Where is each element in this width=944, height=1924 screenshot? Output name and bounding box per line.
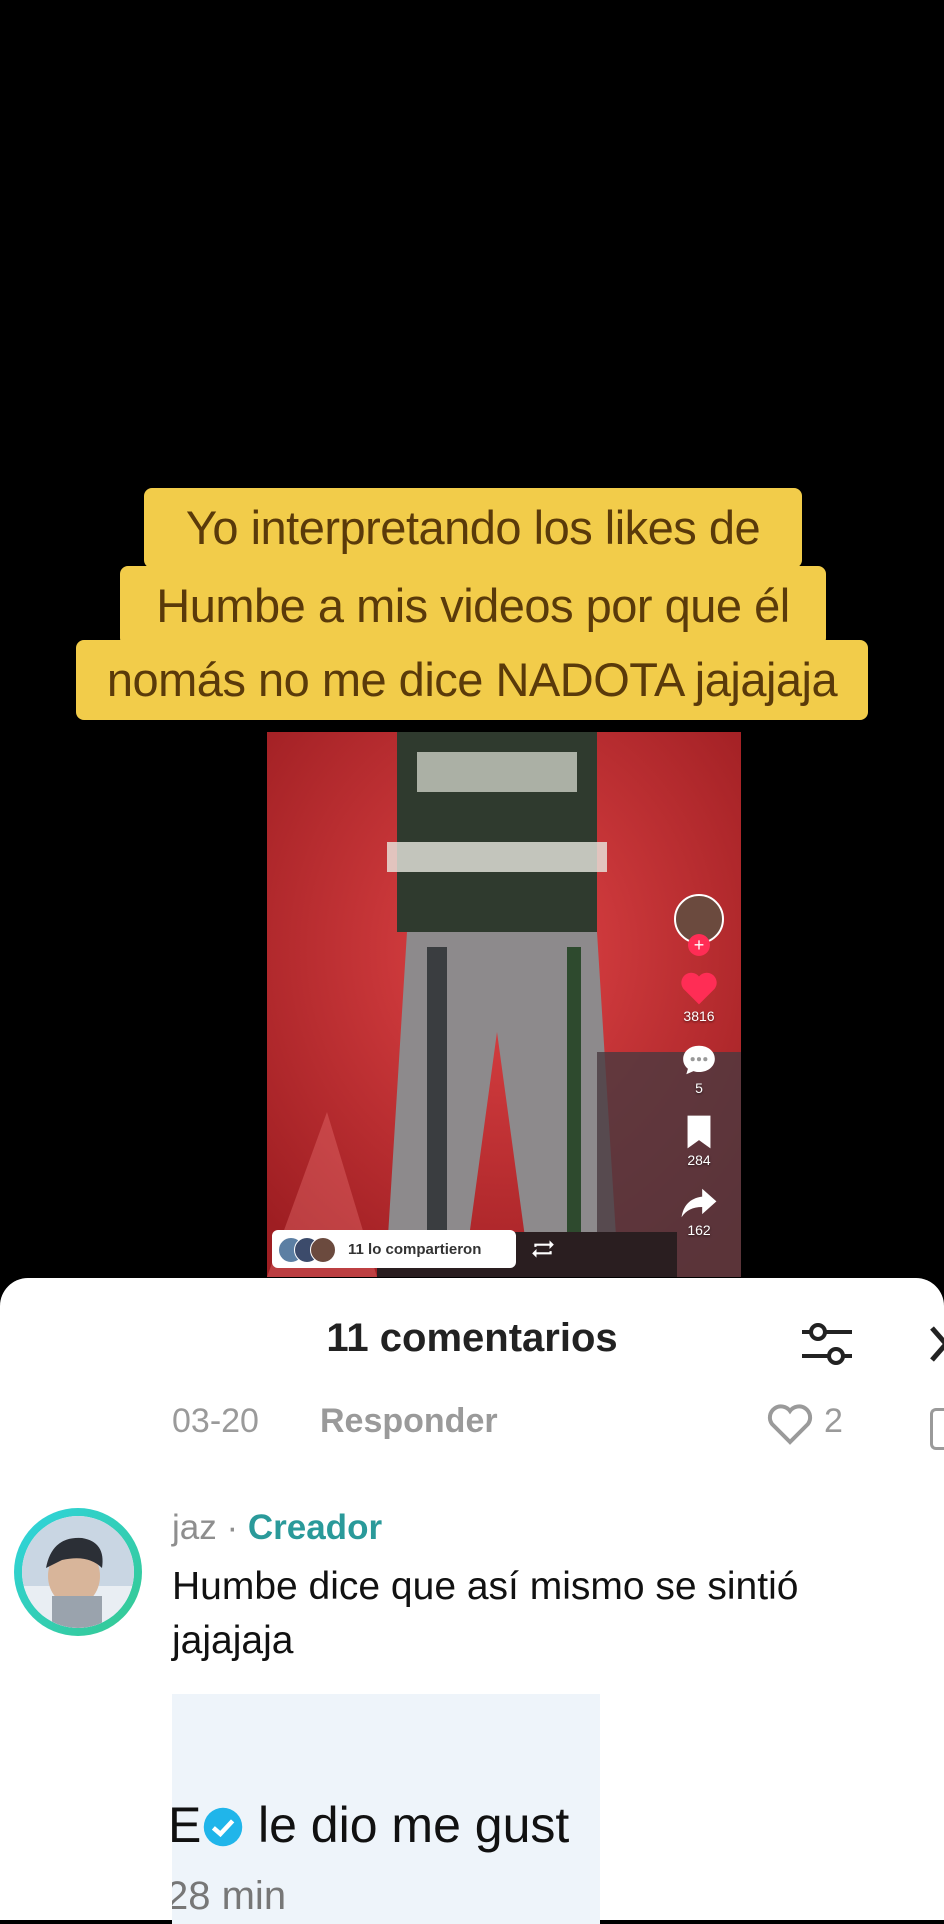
notification-time: 28 min	[172, 1874, 287, 1918]
caption-line-2: Humbe a mis videos por que él	[120, 566, 826, 646]
prev-comment-date: 03-20	[172, 1402, 259, 1440]
like-outline-icon[interactable]	[766, 1402, 814, 1446]
avatar-image	[22, 1516, 134, 1628]
shared-avatar-3	[310, 1237, 336, 1263]
filter-icon[interactable]	[800, 1320, 854, 1368]
comment-count: 5	[695, 1080, 703, 1096]
caption-line-3: nomás no me dice NADOTA jajajaja	[76, 640, 868, 720]
shared-by-label: 11 lo compartieron	[348, 1240, 482, 1258]
commenter-avatar[interactable]	[14, 1508, 142, 1636]
heart-icon[interactable]	[679, 970, 719, 1006]
save-count: 284	[687, 1152, 711, 1168]
close-icon[interactable]	[930, 1324, 944, 1364]
dislike-icon[interactable]	[930, 1408, 944, 1450]
comment-author[interactable]: jaz · Creador	[172, 1508, 382, 1548]
action-rail: + 3816 5 284 162	[669, 732, 729, 1238]
prev-comment-likes: 2	[824, 1402, 843, 1440]
comment-attachment-image[interactable]: E le dio me gust 28 min	[172, 1694, 600, 1924]
like-count: 3816	[683, 1008, 715, 1024]
verified-icon	[203, 1807, 243, 1847]
author-separator: ·	[216, 1508, 248, 1547]
shared-avatars	[278, 1235, 348, 1263]
video-frame[interactable]: + 3816 5 284 162	[267, 732, 741, 1277]
creator-avatar[interactable]: +	[674, 894, 724, 956]
caption-line-1: Yo interpretando los likes de	[144, 488, 802, 568]
add-follow-icon[interactable]: +	[688, 934, 710, 956]
comment-text: Humbe dice que así mismo se sintió jajaj…	[172, 1565, 799, 1662]
bookmark-icon[interactable]	[684, 1114, 714, 1150]
comments-sheet: 11 comentarios 03-20 Responder 2 jaz · C…	[0, 1278, 944, 1924]
notification-text: le dio me gust	[258, 1797, 570, 1853]
creator-badge: Creador	[247, 1508, 383, 1547]
comment-icon[interactable]	[680, 1042, 718, 1078]
author-name[interactable]: jaz	[172, 1508, 217, 1547]
notification-prefix: E	[172, 1797, 202, 1853]
reply-button[interactable]: Responder	[320, 1402, 498, 1441]
repost-icon[interactable]	[530, 1238, 556, 1260]
share-count: 162	[687, 1222, 711, 1238]
share-icon[interactable]	[680, 1186, 718, 1220]
shared-by-pill[interactable]: 11 lo compartieron	[272, 1230, 516, 1268]
